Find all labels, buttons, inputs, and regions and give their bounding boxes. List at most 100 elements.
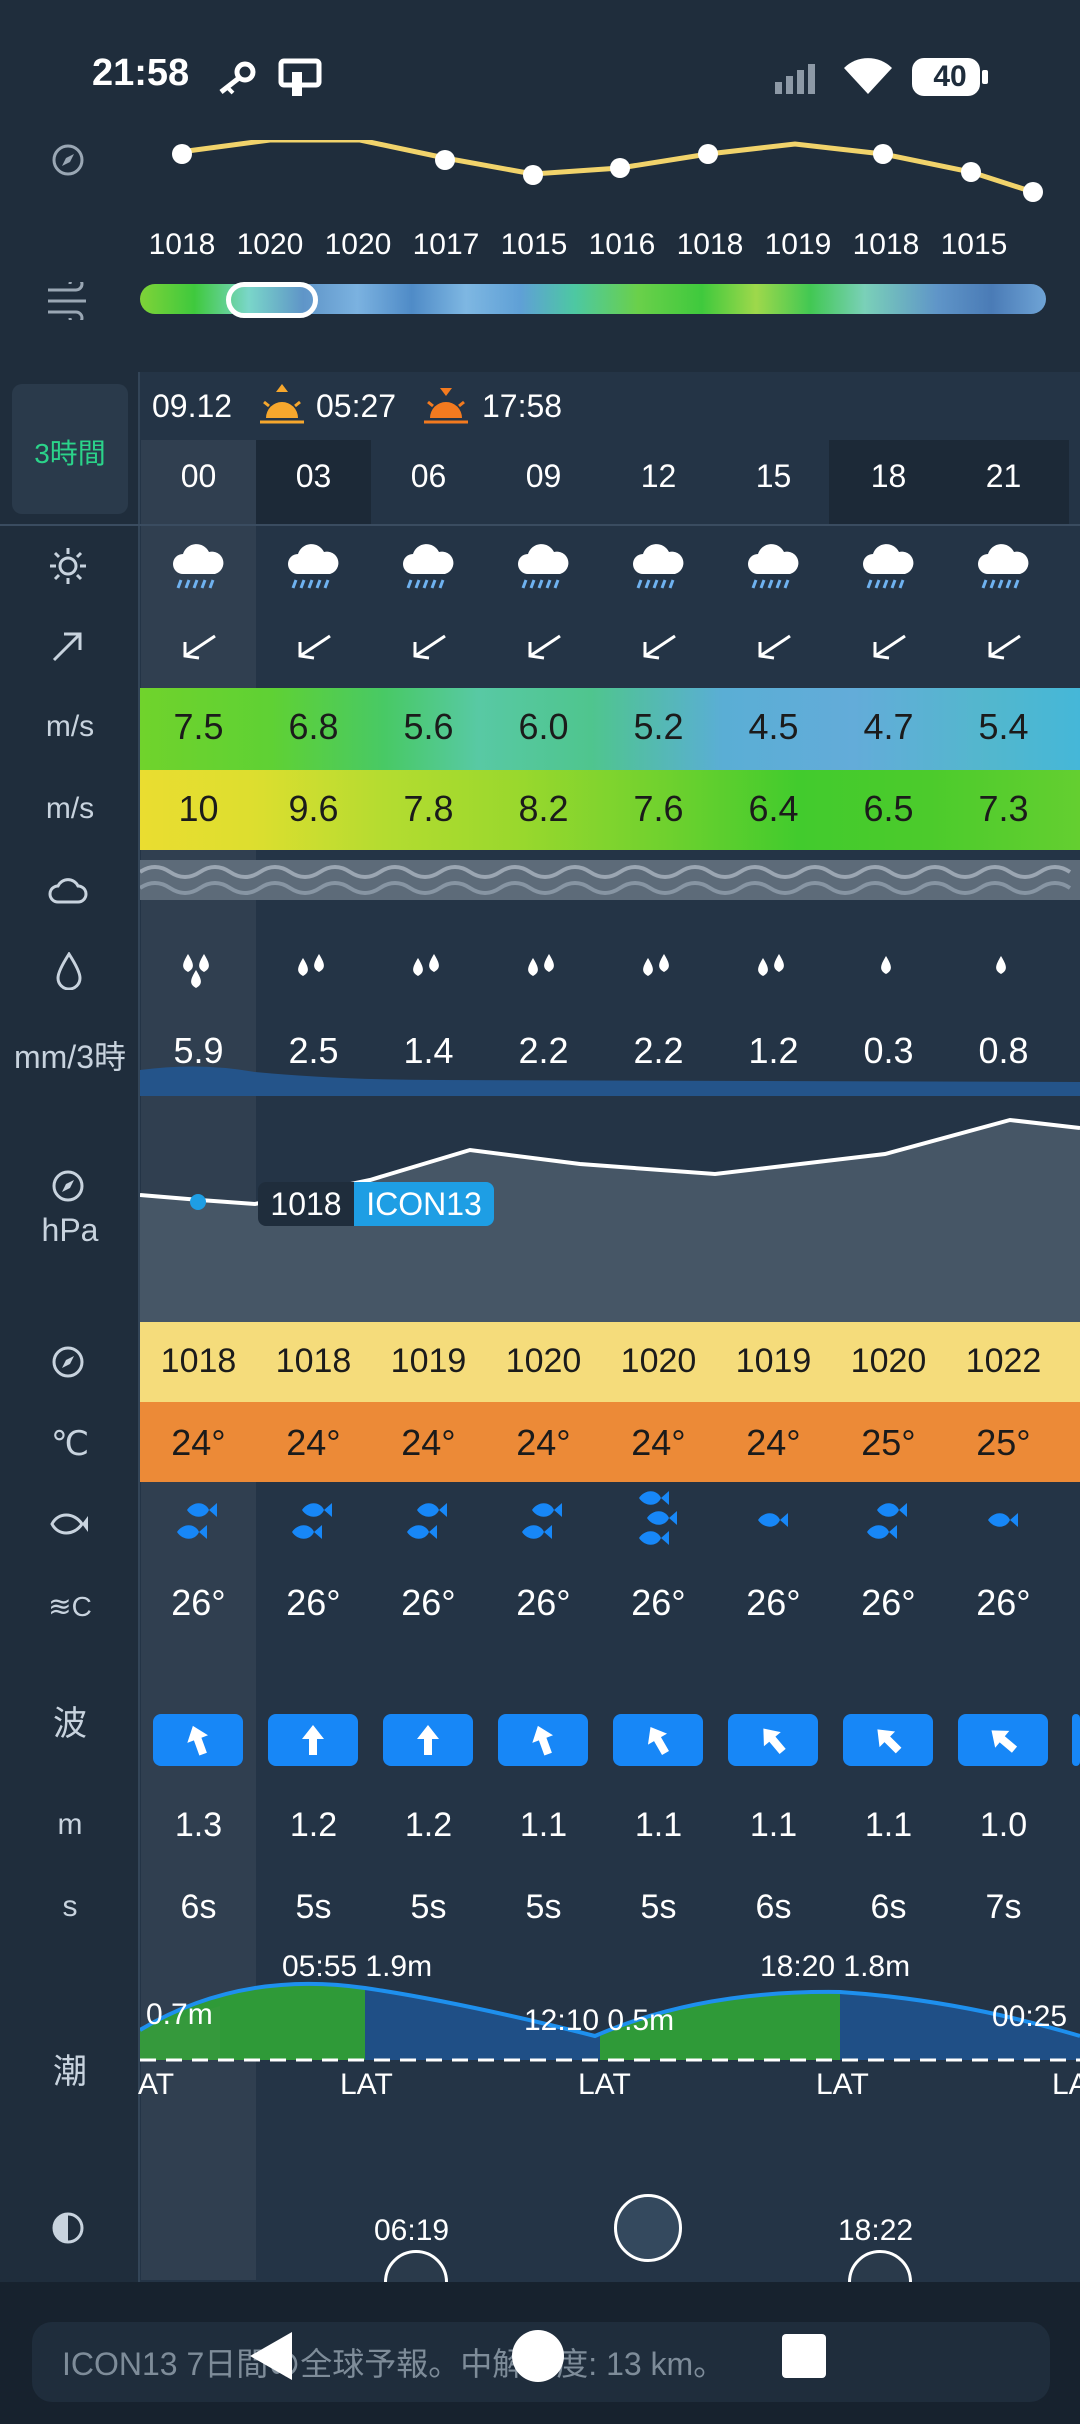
tide-next: 00:25 xyxy=(992,2000,1068,2033)
fish-icon xyxy=(522,1503,562,1539)
fish-icon xyxy=(639,1491,677,1545)
wave-arrow-icon xyxy=(763,1728,786,1755)
model-info-text: ICON13 7日間の全球予報。中解像度: 13 km。 xyxy=(62,2346,726,2382)
gust-value: 10 xyxy=(178,788,219,829)
pressure-value: 1020 xyxy=(620,1342,697,1380)
tide-high-2: 18:20 1.8m xyxy=(760,1950,911,1983)
rain-cloud-icon xyxy=(633,544,684,589)
header-divider xyxy=(0,524,1080,526)
wave-direction-indicator xyxy=(498,1714,588,1766)
water-temp-value: 26° xyxy=(631,1582,686,1623)
pressure-value: 1018 xyxy=(275,1342,352,1380)
wave-period-value: 6s xyxy=(870,1888,907,1926)
cloud-icon xyxy=(48,874,88,911)
moon-phase-icon xyxy=(50,2210,86,2251)
wind-speed-value: 6.0 xyxy=(518,706,569,747)
top-pressure-value: 1018 xyxy=(852,228,920,261)
fish-icon xyxy=(867,1503,907,1539)
wave-period-value: 6s xyxy=(180,1888,217,1926)
top-pressure-value: 1015 xyxy=(500,228,568,261)
wave-direction-indicator xyxy=(268,1714,358,1766)
wave-arrow-icon xyxy=(417,1725,439,1755)
wave-height-value: 1.0 xyxy=(979,1806,1028,1844)
raindrops-icon xyxy=(996,956,1006,974)
wave-period-value: 5s xyxy=(525,1888,562,1926)
wave-height-unit: m xyxy=(57,1808,83,1841)
temperature-value: 25° xyxy=(976,1422,1031,1463)
raindrops-icon xyxy=(528,954,554,976)
wind-arrow-icon xyxy=(528,634,561,660)
wind-speed-unit: m/s xyxy=(45,710,95,743)
fish-icon xyxy=(407,1503,447,1539)
sunrise-icon xyxy=(258,382,306,431)
cloud-layer-band xyxy=(140,860,1080,900)
tide-datum-label: LAT xyxy=(340,2068,393,2101)
wind-arrow-icon xyxy=(988,634,1021,660)
wave-height-value: 1.3 xyxy=(174,1806,223,1844)
sun-icon xyxy=(48,546,88,591)
top-pressure-value: 1020 xyxy=(324,228,392,261)
fish-icon xyxy=(988,1513,1018,1527)
model-badge-label: ICON13 xyxy=(366,1186,482,1222)
rain-cloud-icon xyxy=(288,544,339,589)
raindrops-icon xyxy=(643,954,669,976)
top-pressure-value: 1017 xyxy=(412,228,480,261)
gust-value: 6.4 xyxy=(748,788,799,829)
wave-period-unit: s xyxy=(62,1890,78,1923)
timeline-window[interactable] xyxy=(226,282,318,318)
sunrise-time: 05:27 xyxy=(316,388,397,424)
wind-arrow-icon xyxy=(298,634,331,660)
fish-label-icon xyxy=(48,1510,88,1543)
wave-period-value: 5s xyxy=(410,1888,447,1926)
pressure-value: 1022 xyxy=(965,1342,1042,1380)
water-temp-value: 26° xyxy=(516,1582,571,1623)
wind-speed-value: 5.6 xyxy=(403,706,454,747)
back-button[interactable] xyxy=(246,2330,296,2387)
wind-arrow-icon xyxy=(413,634,446,660)
raindrops-icon xyxy=(758,954,784,976)
wave-label: 波 xyxy=(53,1705,87,1743)
water-temp-unit: ≋C xyxy=(48,1591,92,1622)
top-pressure-value: 1018 xyxy=(676,228,744,261)
key-icon xyxy=(215,60,257,101)
wind-arrow-icon xyxy=(183,634,216,660)
hour-label: 00 xyxy=(180,458,217,494)
tide-label: 潮 xyxy=(53,2053,87,2091)
gust-value: 9.6 xyxy=(288,788,339,829)
gust-value: 8.2 xyxy=(518,788,569,829)
sunset-time: 17:58 xyxy=(482,388,563,424)
gust-value: 7.6 xyxy=(633,788,684,829)
temperature-value: 24° xyxy=(401,1422,456,1463)
gust-value: 7.8 xyxy=(403,788,454,829)
wind-speed-value: 5.4 xyxy=(978,706,1029,747)
home-button[interactable] xyxy=(512,2330,564,2382)
raindrops-icon xyxy=(413,954,439,976)
rain-cloud-icon xyxy=(978,544,1029,589)
temperature-value: 24° xyxy=(171,1422,226,1463)
tide-datum-label: LA xyxy=(1052,2068,1080,2101)
tide-datum-label: LAT xyxy=(578,2068,631,2101)
recents-button[interactable] xyxy=(782,2334,826,2378)
compass-icon-pressure-row xyxy=(50,1344,86,1385)
temperature-value: 24° xyxy=(746,1422,801,1463)
fish-icon xyxy=(758,1513,788,1527)
pressure-value: 1019 xyxy=(735,1342,812,1380)
wave-arrow-icon xyxy=(532,1725,553,1756)
wind-speed-value: 6.8 xyxy=(288,706,339,747)
temperature-value: 24° xyxy=(516,1422,571,1463)
moonset-time: 18:22 xyxy=(838,2214,914,2247)
wind-speed-value: 4.5 xyxy=(748,706,799,747)
wave-height-value: 1.1 xyxy=(634,1806,683,1844)
water-temp-value: 26° xyxy=(286,1582,341,1623)
pressure-unit: hPa xyxy=(41,1212,99,1248)
top-pressure-value: 1016 xyxy=(588,228,656,261)
hour-label: 21 xyxy=(985,458,1022,494)
hour-label: 09 xyxy=(525,458,562,494)
water-temp-value: 26° xyxy=(746,1582,801,1623)
wave-direction-indicator xyxy=(728,1714,818,1766)
wave-period-value: 5s xyxy=(295,1888,332,1926)
tide-high-1: 05:55 1.9m xyxy=(282,1950,433,1983)
temperature-value: 25° xyxy=(861,1422,916,1463)
wave-arrow-icon xyxy=(877,1729,902,1754)
water-temp-value: 26° xyxy=(171,1582,226,1623)
